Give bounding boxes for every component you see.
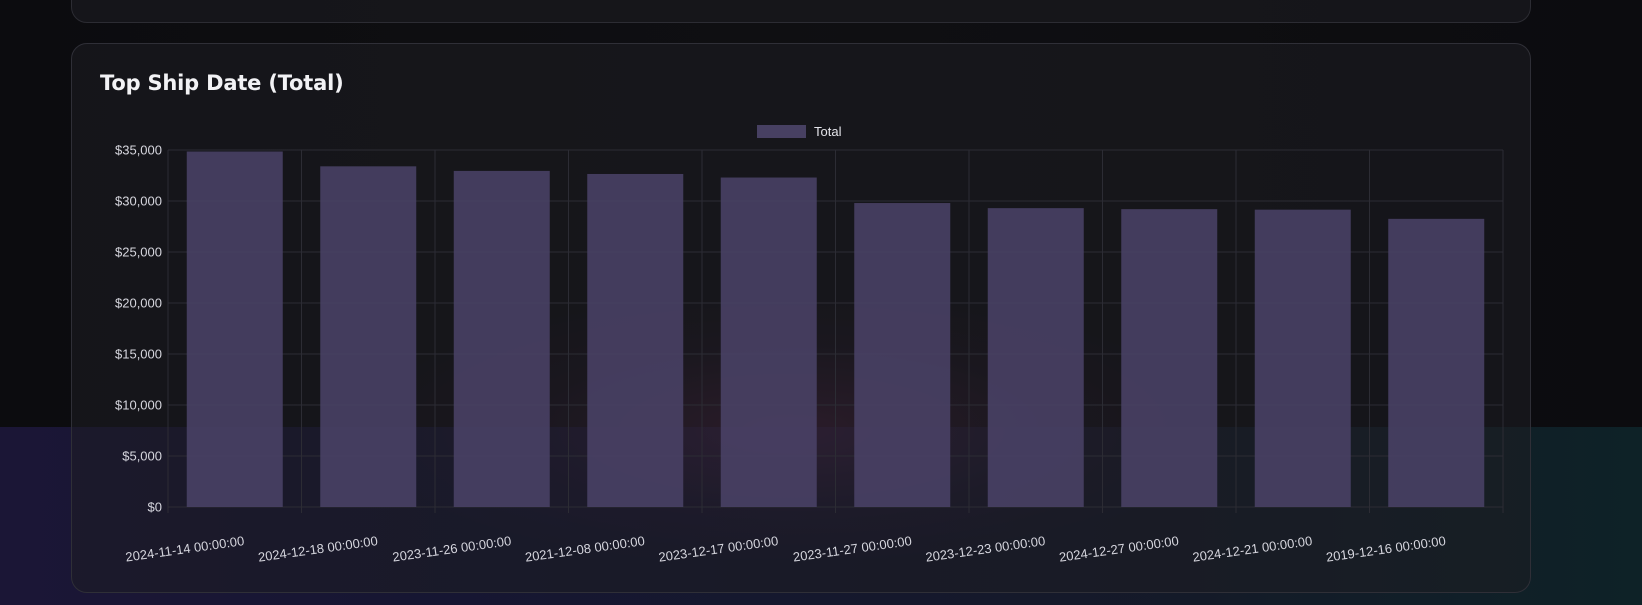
bar bbox=[854, 203, 951, 508]
bar bbox=[320, 166, 417, 507]
bar bbox=[987, 208, 1084, 507]
x-tick-label: 2023-11-26 00:00:00 bbox=[391, 533, 512, 565]
bar bbox=[587, 173, 684, 507]
y-tick-label: $30,000 bbox=[115, 194, 162, 209]
bar bbox=[1254, 209, 1351, 508]
y-tick-label: $35,000 bbox=[115, 143, 162, 158]
y-tick-label: $20,000 bbox=[115, 296, 162, 311]
x-tick-label: 2024-12-27 00:00:00 bbox=[1058, 533, 1180, 565]
bar bbox=[720, 177, 817, 508]
legend-label: Total bbox=[814, 124, 842, 139]
bar-chart: $0 $5,000 $10,000 $15,000 $20,000 $25,000 $30,… bbox=[115, 124, 1504, 565]
x-tick-label: 2024-12-18 00:00:00 bbox=[257, 533, 379, 565]
bar bbox=[453, 170, 550, 507]
y-tick-label: $15,000 bbox=[115, 347, 162, 362]
bar bbox=[1388, 218, 1485, 507]
y-tick-label: $0 bbox=[148, 500, 162, 515]
x-tick-label: 2024-11-14 00:00:00 bbox=[124, 533, 245, 565]
legend-swatch bbox=[757, 125, 806, 138]
y-tick-label: $25,000 bbox=[115, 245, 162, 260]
dashboard-background: Top Ship Date (Total) $0 $5,000 $10,000 $15… bbox=[0, 0, 1642, 605]
y-tick-label: $10,000 bbox=[115, 398, 162, 413]
y-tick-label: $5,000 bbox=[122, 449, 162, 464]
bar bbox=[1121, 209, 1218, 507]
x-tick-label: 2024-12-21 00:00:00 bbox=[1192, 533, 1314, 565]
x-tick-label: 2019-12-16 00:00:00 bbox=[1325, 533, 1447, 565]
bar bbox=[186, 151, 283, 507]
x-tick-label: 2023-12-17 00:00:00 bbox=[658, 533, 780, 565]
x-tick-label: 2023-11-27 00:00:00 bbox=[792, 533, 913, 565]
x-tick-label: 2023-12-23 00:00:00 bbox=[925, 533, 1047, 565]
x-tick-label: 2021-12-08 00:00:00 bbox=[524, 533, 646, 565]
